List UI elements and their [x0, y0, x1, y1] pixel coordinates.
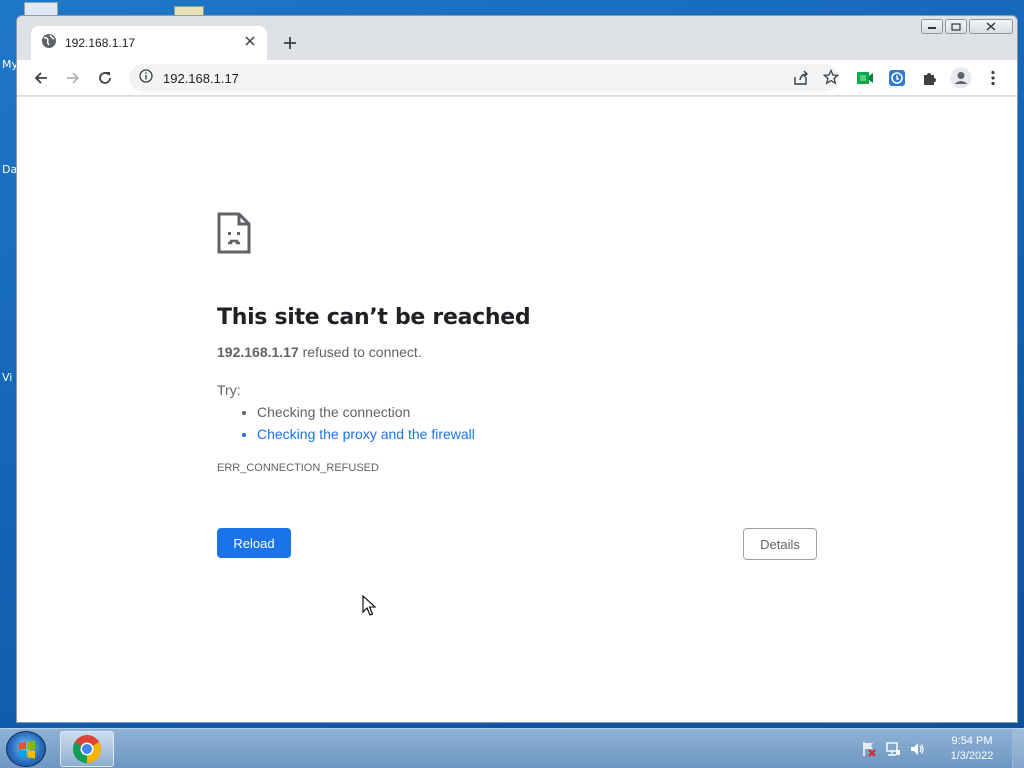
tab-strip: 192.168.1.17 — [17, 16, 1017, 60]
window-controls — [921, 19, 1013, 34]
sad-page-icon — [217, 212, 251, 254]
browser-toolbar: 192.168.1.17 — [17, 60, 1017, 96]
taskbar-chrome-app[interactable] — [60, 731, 114, 767]
new-tab-button[interactable] — [277, 30, 303, 56]
error-description: 192.168.1.17 refused to connect. — [217, 344, 817, 360]
kebab-menu-icon[interactable] — [981, 66, 1005, 90]
forward-button[interactable] — [61, 66, 85, 90]
suggestion-list: Checking the connection Checking the pro… — [217, 404, 817, 442]
clock[interactable]: 9:54 PM 1/3/2022 — [940, 734, 1004, 764]
chrome-icon — [73, 735, 101, 763]
url-text: 192.168.1.17 — [163, 70, 239, 86]
puzzle-extensions-icon[interactable] — [917, 66, 941, 90]
tab-title: 192.168.1.17 — [65, 36, 136, 50]
profile-avatar-icon[interactable] — [949, 66, 973, 90]
tab-close-icon[interactable] — [243, 34, 257, 53]
shield-extension-icon[interactable] — [885, 66, 909, 90]
button-row: Reload Details — [217, 528, 817, 560]
minimize-button[interactable] — [921, 19, 943, 34]
browser-window: 192.168.1.17 192.168.1.17 This site can’… — [16, 15, 1018, 723]
restore-icon — [951, 22, 961, 31]
close-icon — [986, 22, 996, 31]
error-desc-suffix: refused to connect. — [298, 344, 422, 360]
minimize-icon — [928, 26, 936, 29]
page-content: This site can’t be reached 192.168.1.17 … — [17, 97, 1017, 722]
volume-icon[interactable] — [908, 740, 926, 758]
meet-extension-icon[interactable] — [853, 66, 877, 90]
clock-time: 9:54 PM — [951, 735, 993, 747]
taskbar: 9:54 PM 1/3/2022 — [0, 728, 1024, 768]
error-host: 192.168.1.17 — [217, 344, 299, 360]
error-code: ERR_CONNECTION_REFUSED — [217, 462, 379, 474]
action-center-flag-icon[interactable] — [860, 740, 878, 758]
error-title: This site can’t be reached — [217, 305, 531, 330]
reload-page-button[interactable] — [93, 66, 117, 90]
address-bar[interactable]: 192.168.1.17 — [129, 64, 840, 92]
plus-icon — [284, 37, 296, 49]
close-window-button[interactable] — [969, 19, 1013, 34]
arrow-right-icon — [67, 72, 80, 84]
back-button[interactable] — [29, 66, 53, 90]
system-tray: 9:54 PM 1/3/2022 — [860, 729, 1024, 768]
windows-logo-icon — [19, 740, 35, 759]
try-label: Try: — [217, 382, 241, 398]
network-icon[interactable] — [884, 740, 902, 758]
share-icon[interactable] — [793, 70, 809, 91]
globe-icon — [41, 33, 57, 54]
refresh-icon — [99, 72, 111, 84]
restore-button[interactable] — [945, 19, 967, 34]
desktop-label: Da — [2, 163, 18, 176]
reload-button[interactable]: Reload — [217, 528, 291, 558]
error-panel: This site can’t be reached 192.168.1.17 … — [217, 212, 817, 560]
mouse-cursor-icon — [362, 595, 376, 616]
tab-active[interactable]: 192.168.1.17 — [31, 26, 267, 60]
start-button[interactable] — [6, 731, 46, 767]
clock-date: 1/3/2022 — [950, 750, 994, 762]
suggestion-item: Checking the connection — [257, 404, 817, 420]
details-button[interactable]: Details — [743, 528, 817, 560]
bookmark-star-icon[interactable] — [822, 68, 840, 90]
show-desktop-button[interactable] — [1012, 729, 1024, 768]
desktop-label: Vi — [2, 371, 13, 384]
arrow-left-icon — [34, 72, 47, 84]
info-icon[interactable] — [139, 68, 153, 88]
proxy-firewall-link[interactable]: Checking the proxy and the firewall — [257, 426, 817, 442]
